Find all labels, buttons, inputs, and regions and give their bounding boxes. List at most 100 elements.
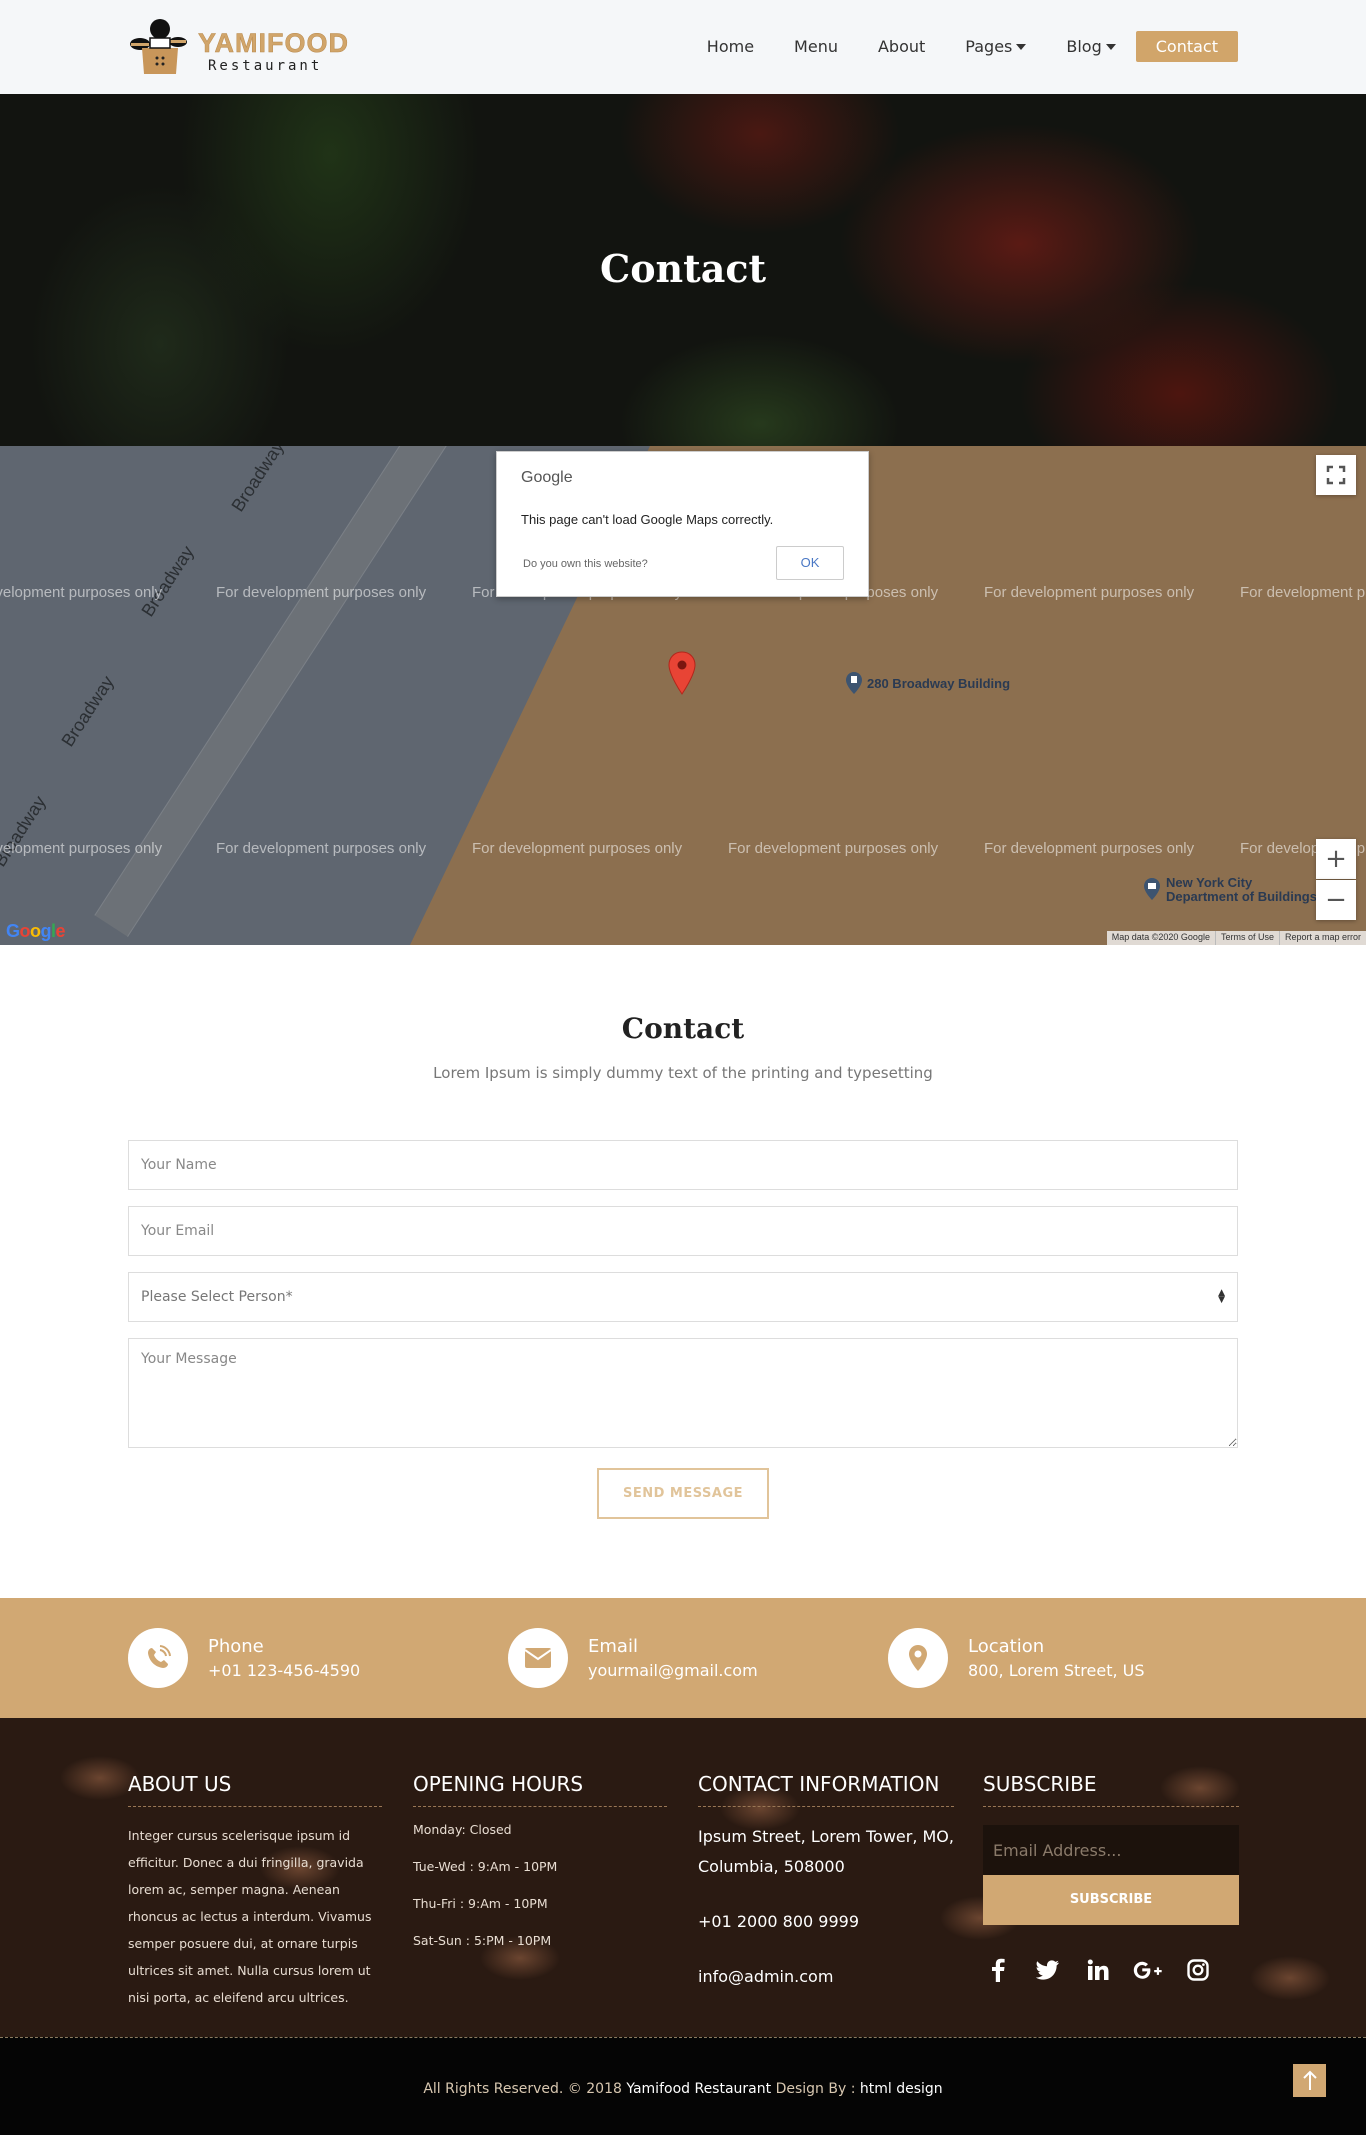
map-watermark: For development purposes only <box>472 840 683 857</box>
footer-hours-title: OPENING HOURS <box>413 1772 667 1807</box>
brand-logo[interactable]: YAMIFOOD Restaurant <box>128 18 348 78</box>
hero-banner: Contact <box>0 94 1366 446</box>
facebook-icon[interactable] <box>983 1955 1013 1985</box>
fullscreen-button[interactable] <box>1316 455 1356 495</box>
email-value[interactable]: yourmail@gmail.com <box>588 1661 758 1680</box>
footer-contact-title: CONTACT INFORMATION <box>698 1772 954 1807</box>
location-label: Location <box>968 1636 1045 1657</box>
site-header: YAMIFOOD Restaurant Home Menu About Page… <box>0 0 1366 94</box>
caret-down-icon <box>1016 43 1027 50</box>
envelope-icon <box>524 1648 552 1668</box>
contact-subtitle: Lorem Ipsum is simply dummy text of the … <box>433 1064 933 1082</box>
email-field[interactable] <box>128 1206 1238 1256</box>
nav-contact-button[interactable]: Contact <box>1135 31 1238 62</box>
social-links <box>983 1955 1239 1985</box>
poi-label-line: New York City <box>1166 875 1253 890</box>
name-field[interactable] <box>128 1140 1238 1190</box>
report-error-link[interactable]: Report a map error <box>1278 931 1366 945</box>
site-footer: ABOUT US Integer cursus scelerisque ipsu… <box>0 1718 1366 2037</box>
map-pin-icon <box>909 1645 927 1671</box>
phone-value[interactable]: +01 123-456-4590 <box>208 1661 360 1680</box>
twitter-icon[interactable] <box>1033 1955 1063 1985</box>
email-label: Email <box>588 1636 638 1657</box>
nav-about[interactable]: About <box>878 37 925 56</box>
footer-contact-details: Ipsum Street, Lorem Tower, MO, Columbia,… <box>698 1822 954 1992</box>
location-icon-circle <box>888 1628 948 1688</box>
nav-blog-dropdown[interactable]: Blog <box>1066 37 1116 56</box>
footer-subscribe-title: SUBSCRIBE <box>983 1772 1239 1807</box>
phone-icon <box>148 1645 171 1668</box>
map-watermark: For development purposes only <box>216 840 427 857</box>
map-watermark: For development purposes only <box>0 584 163 601</box>
footer-about-text: Integer cursus scelerisque ipsum id effi… <box>128 1828 372 2005</box>
fullscreen-icon <box>1326 465 1346 485</box>
caret-down-icon <box>1105 43 1116 50</box>
info-email: Email yourmail@gmail.com <box>508 1628 758 1688</box>
zoom-in-button[interactable]: + <box>1316 839 1356 879</box>
hours-item: Sat-Sun : 5:PM - 10PM <box>413 1933 552 1948</box>
email-icon-circle <box>508 1628 568 1688</box>
footer-address: Ipsum Street, Lorem Tower, MO, Columbia,… <box>698 1827 954 1876</box>
poi-building-icon <box>846 672 862 694</box>
map-watermark: For development purposes only <box>216 584 427 601</box>
google-logo[interactable]: Google <box>6 921 66 942</box>
info-phone: Phone +01 123-456-4590 <box>128 1628 360 1688</box>
map-watermark: For development purposes only <box>0 840 163 857</box>
copyright-brand-link[interactable]: Yamifood Restaurant <box>626 2081 771 2097</box>
arrow-up-icon <box>1302 2070 1317 2090</box>
footer-subscribe: SUBSCRIBE SUBSCRIBE <box>983 1772 1239 1985</box>
person-select[interactable]: Please Select Person* ▲ ▼ <box>128 1272 1238 1322</box>
send-message-button[interactable]: SEND MESSAGE <box>597 1468 769 1519</box>
hours-item: Tue-Wed : 9:Am - 10PM <box>413 1859 558 1874</box>
map-watermark: For development purposes only <box>1240 584 1366 601</box>
dialog-message: This page can't load Google Maps correct… <box>521 512 774 527</box>
footer-email[interactable]: info@admin.com <box>698 1962 954 1992</box>
brand-name: YAMIFOOD <box>198 28 350 59</box>
phone-icon-circle <box>128 1628 188 1688</box>
dialog-ok-button[interactable]: OK <box>776 546 844 580</box>
poi-label[interactable]: 280 Broadway Building <box>867 677 1010 691</box>
zoom-out-button[interactable]: − <box>1316 880 1356 920</box>
contact-heading: Contact <box>621 1012 745 1045</box>
design-by-label: Design By : <box>775 2081 856 2097</box>
dialog-own-link[interactable]: Do you own this website? <box>523 558 648 570</box>
linkedin-icon[interactable] <box>1083 1955 1113 1985</box>
back-to-top-button[interactable] <box>1293 2064 1326 2097</box>
footer-contact: CONTACT INFORMATION Ipsum Street, Lorem … <box>698 1772 954 1992</box>
instagram-icon[interactable] <box>1183 1955 1213 1985</box>
chef-logo-icon <box>130 19 187 74</box>
info-location: Location 800, Lorem Street, US <box>888 1628 1145 1688</box>
poi-label-line: Department of Buildings <box>1166 889 1317 904</box>
person-select-value: Please Select Person* <box>141 1289 293 1305</box>
poi-government-icon <box>1144 878 1160 900</box>
designer-link[interactable]: html design <box>860 2081 943 2097</box>
map-data-text: Map data ©2020 Google <box>1111 932 1210 942</box>
footer-hours: OPENING HOURS Monday: Closed Tue-Wed : 9… <box>413 1772 667 1970</box>
message-field[interactable] <box>128 1338 1238 1448</box>
map-watermark: For development purposes only <box>984 840 1195 857</box>
brand-tagline: Restaurant <box>208 58 323 74</box>
map-error-dialog: Google This page can't load Google Maps … <box>496 451 869 597</box>
nav-pages-label: Pages <box>965 37 1013 56</box>
subscribe-button[interactable]: SUBSCRIBE <box>983 1875 1239 1925</box>
google-map[interactable]: Broadway Broadway Broadway Broadway For … <box>0 446 1366 945</box>
footer-about: ABOUT US Integer cursus scelerisque ipsu… <box>128 1772 382 2011</box>
nav-home[interactable]: Home <box>707 37 754 56</box>
map-marker-icon[interactable] <box>668 651 696 695</box>
select-arrows-icon: ▲ ▼ <box>1218 1288 1225 1305</box>
copyright-bar: All Rights Reserved. © 2018 Yamifood Res… <box>0 2037 1366 2135</box>
poi-label[interactable]: New York City Department of Buildings <box>1166 876 1317 904</box>
map-watermark: For development purposes only <box>728 840 939 857</box>
map-attribution: Map data ©2020 Google Terms of Use Repor… <box>1106 931 1366 945</box>
terms-link[interactable]: Terms of Use <box>1214 931 1279 945</box>
nav-pages-dropdown[interactable]: Pages <box>965 37 1027 56</box>
footer-phone[interactable]: +01 2000 800 9999 <box>698 1907 954 1937</box>
hours-list: Monday: Closed Tue-Wed : 9:Am - 10PM Thu… <box>413 1822 667 1970</box>
nav-menu[interactable]: Menu <box>794 37 838 56</box>
dialog-brand: Google <box>521 469 573 486</box>
footer-about-title: ABOUT US <box>128 1772 382 1807</box>
google-plus-icon[interactable] <box>1133 1955 1163 1985</box>
phone-label: Phone <box>208 1636 264 1657</box>
subscribe-email-input[interactable] <box>983 1825 1239 1875</box>
hours-item: Thu-Fri : 9:Am - 10PM <box>413 1896 548 1911</box>
